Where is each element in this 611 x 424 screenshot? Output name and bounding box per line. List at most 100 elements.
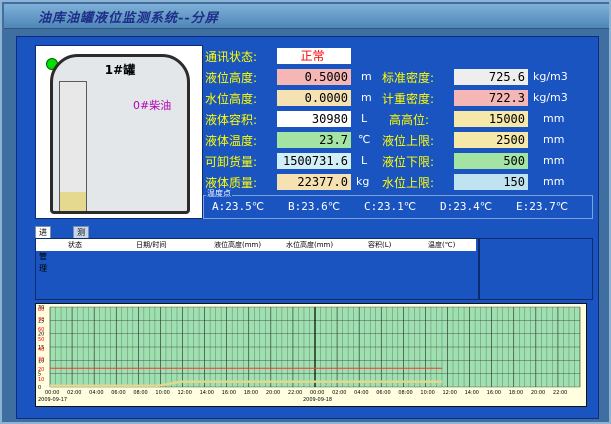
x-tick-label: 22:00 <box>553 390 567 396</box>
x-tick-label: 14:00 <box>200 390 214 396</box>
status-label: 通讯状态: <box>205 50 258 64</box>
x-tick-label: 12:00 <box>443 390 457 396</box>
temp-point-e: E:23.7℃ <box>516 200 569 213</box>
temp-point-b: B:23.6℃ <box>288 200 341 213</box>
unload-volume-label: 可卸货量: <box>205 155 258 169</box>
x-tick-label: 12:00 <box>178 390 192 396</box>
temperature-label: 液体温度: <box>205 134 258 148</box>
x-tick-label: 02:00 <box>332 390 346 396</box>
water-upper-unit: mm <box>543 175 565 188</box>
x-tick-label: 06:00 <box>111 390 125 396</box>
left-marker: 20 <box>38 367 44 373</box>
temperature-points-panel: 温度点 A:23.5℃ B:23.6℃ C:23.1℃ D:23.4℃ E:23… <box>203 188 593 219</box>
title-bar: 油库油罐液位监测系统--分屏 <box>4 4 609 29</box>
left-marker: 10 <box>38 377 44 383</box>
x-tick-label: 18:00 <box>509 390 523 396</box>
volume-label: 液体容积: <box>205 113 258 127</box>
col-temperature[interactable]: 温度(℃) <box>428 240 455 250</box>
x-tick-label: 16:00 <box>487 390 501 396</box>
tank-graphic: 1#罐 0#柴油 <box>50 54 190 214</box>
meas-density-value: 722.3 <box>454 90 528 106</box>
high-high-value: 15000 <box>454 111 528 127</box>
x-tick-label: 20:00 <box>531 390 545 396</box>
temp-point-a: A:23.5℃ <box>212 200 265 213</box>
left-marker: 80 <box>38 307 44 313</box>
left-marker: 70 <box>38 317 44 323</box>
x-tick-label: 02:00 <box>67 390 81 396</box>
col-volume[interactable]: 容积(L) <box>368 240 391 250</box>
app-window: 油库油罐液位监测系统--分屏 1#罐 0#柴油 通讯状态: 正常 液位高度: 0… <box>0 0 611 424</box>
trend-chart-svg: 302520151050807060504030201000:00 02:00 04… <box>38 305 581 403</box>
records-list[interactable]: 状态 日期/时间 液位高度(mm) 水位高度(mm) 容积(L) 温度(℃) <box>35 238 479 300</box>
mass-unit: kg <box>356 175 370 188</box>
date-label: 2009-09-18 <box>303 397 332 403</box>
left-marker: 40 <box>38 347 44 353</box>
std-density-unit: kg/m3 <box>533 70 568 83</box>
x-tick-label: 04:00 <box>354 390 368 396</box>
records-list-header: 状态 日期/时间 液位高度(mm) 水位高度(mm) 容积(L) 温度(℃) <box>36 239 476 251</box>
water-upper-label: 水位上限: <box>382 176 435 190</box>
y-tick-label: 0 <box>38 385 41 391</box>
mass-value: 22377.0 <box>277 174 351 190</box>
water-upper-value: 150 <box>454 174 528 190</box>
x-tick-label: 08:00 <box>133 390 147 396</box>
unload-volume-value: 1500731.6 <box>277 153 351 169</box>
records-side-panel <box>479 238 593 300</box>
tank-panel: 1#罐 0#柴油 <box>35 45 203 219</box>
high-high-unit: mm <box>543 112 565 125</box>
temperature-unit: ℃ <box>358 133 371 146</box>
meas-density-label: 计重密度: <box>382 92 435 106</box>
high-high-label: 高高位: <box>389 113 430 127</box>
temperature-points-title: 温度点 <box>206 188 232 199</box>
upper-limit-label: 液位上限: <box>382 134 435 148</box>
x-tick-label: 00:00 <box>310 390 324 396</box>
temp-point-c: C:23.1℃ <box>364 200 417 213</box>
std-density-label: 标准密度: <box>382 71 435 85</box>
temperature-value: 23.7 <box>277 132 351 148</box>
level-height-label: 液位高度: <box>205 71 258 85</box>
main-panel: 1#罐 0#柴油 通讯状态: 正常 液位高度: 0.5000 m 水位高度: 0… <box>16 36 599 419</box>
upper-limit-value: 2500 <box>454 132 528 148</box>
water-height-label: 水位高度: <box>205 92 258 106</box>
x-tick-label: 16:00 <box>222 390 236 396</box>
x-tick-label: 04:00 <box>89 390 103 396</box>
level-height-value: 0.5000 <box>277 69 351 85</box>
trend-chart: 30 25 20 15 10 5 0 80 70 60 50 40 30 20 10 00:00 02:00 04… <box>35 303 587 407</box>
temp-point-d: D:23.4℃ <box>440 200 493 213</box>
level-height-unit: m <box>361 70 372 83</box>
date-label: 2009-09-17 <box>38 397 67 403</box>
level-gauge <box>59 81 87 211</box>
lower-limit-label: 液位下限: <box>382 155 435 169</box>
std-density-value: 725.6 <box>454 69 528 85</box>
tank-name: 1#罐 <box>104 63 136 77</box>
x-tick-label: 22:00 <box>288 390 302 396</box>
x-tick-label: 20:00 <box>266 390 280 396</box>
col-status[interactable]: 状态 <box>68 240 82 250</box>
x-tick-label: 18:00 <box>244 390 258 396</box>
col-level-height[interactable]: 液位高度(mm) <box>214 240 261 250</box>
unload-volume-unit: L <box>361 154 368 167</box>
left-marker: 60 <box>38 327 44 333</box>
col-water-height[interactable]: 水位高度(mm) <box>286 240 333 250</box>
lower-limit-value: 500 <box>454 153 528 169</box>
window-title: 油库油罐液位监测系统--分屏 <box>38 11 219 26</box>
volume-value: 30980 <box>277 111 351 127</box>
tank-oil-type: 0#柴油 <box>133 99 172 112</box>
upper-limit-unit: mm <box>543 133 565 146</box>
meas-density-unit: kg/m3 <box>533 91 568 104</box>
lower-limit-unit: mm <box>543 154 565 167</box>
x-tick-label: 06:00 <box>376 390 390 396</box>
water-height-value: 0.0000 <box>277 90 351 106</box>
x-tick-label: 08:00 <box>398 390 412 396</box>
volume-unit: L <box>361 112 368 125</box>
x-tick-label: 14:00 <box>465 390 479 396</box>
status-value: 正常 <box>277 48 351 64</box>
water-height-unit: m <box>361 91 372 104</box>
x-tick-label: 10:00 <box>155 390 169 396</box>
left-marker: 50 <box>38 337 44 343</box>
col-datetime[interactable]: 日期/时间 <box>136 240 166 250</box>
left-marker: 30 <box>38 357 44 363</box>
x-tick-label: 10:00 <box>420 390 434 396</box>
x-tick-label: 00:00 <box>45 390 59 396</box>
level-gauge-fill <box>60 191 86 211</box>
